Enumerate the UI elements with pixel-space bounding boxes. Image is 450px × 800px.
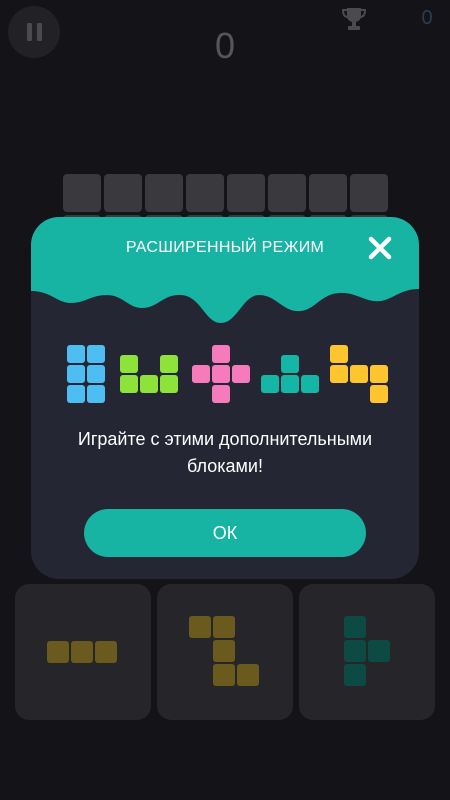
pink-plus-block <box>192 365 210 383</box>
teal-t-block <box>301 375 319 393</box>
yellow-z-block <box>370 385 388 403</box>
t-shape-block <box>368 640 390 662</box>
blue-2x3-block <box>87 385 105 403</box>
z-shape-block <box>189 616 211 638</box>
pink-plus-block <box>212 385 230 403</box>
blue-2x3-block <box>67 345 85 363</box>
piece-slot-3[interactable] <box>299 584 435 720</box>
z-shape-block <box>213 616 235 638</box>
yellow-z-block <box>330 345 348 363</box>
blue-2x3-block <box>87 365 105 383</box>
piece-slot-2[interactable] <box>157 584 293 720</box>
dialog-message-line: Играйте с этими дополнительными <box>77 429 373 449</box>
z-shape-block <box>213 640 235 662</box>
ok-button-label: ОК <box>212 522 238 543</box>
blue-2x3-block <box>67 385 85 403</box>
green-u-block <box>140 375 158 393</box>
board-cell <box>309 174 347 212</box>
ok-button[interactable]: ОК <box>84 509 366 557</box>
pink-plus-block <box>212 345 230 363</box>
t-shape-block <box>344 640 366 662</box>
dialog-message: Играйте с этими дополнительными блоками! <box>31 426 419 480</box>
board-cell <box>104 174 142 212</box>
teal-t-block <box>281 375 299 393</box>
green-u-block <box>120 375 138 393</box>
green-u-block <box>160 355 178 373</box>
blue-2x3-block <box>87 345 105 363</box>
dialog-message-line: блоками! <box>187 456 263 476</box>
t-shape-block <box>344 664 366 686</box>
teal-t-block <box>281 355 299 373</box>
current-score: 0 <box>214 25 236 66</box>
green-u-block <box>160 375 178 393</box>
t-shape-block <box>344 616 366 638</box>
teal-t-block <box>261 375 279 393</box>
trophy-icon <box>342 8 366 30</box>
pink-plus-block <box>212 365 230 383</box>
board-cell <box>268 174 306 212</box>
z-shape-block <box>213 664 235 686</box>
board-cell <box>145 174 183 212</box>
yellow-z-block <box>370 365 388 383</box>
yellow-z-block <box>330 365 348 383</box>
board-cell <box>186 174 224 212</box>
line-3-block <box>47 641 69 663</box>
green-u-block <box>120 355 138 373</box>
board-cell <box>350 174 388 212</box>
z-shape-block <box>237 664 259 686</box>
line-3-block <box>71 641 93 663</box>
line-3-block <box>95 641 117 663</box>
pink-plus-block <box>232 365 250 383</box>
best-score: 0 <box>421 7 433 29</box>
board-cell <box>63 174 101 212</box>
yellow-z-block <box>350 365 368 383</box>
extended-mode-dialog: РАСШИРЕННЫЙ РЕЖИМ Играйте с этими дополн… <box>31 217 419 579</box>
board-cell <box>227 174 265 212</box>
blue-2x3-block <box>67 365 85 383</box>
piece-slot-1[interactable] <box>15 584 151 720</box>
